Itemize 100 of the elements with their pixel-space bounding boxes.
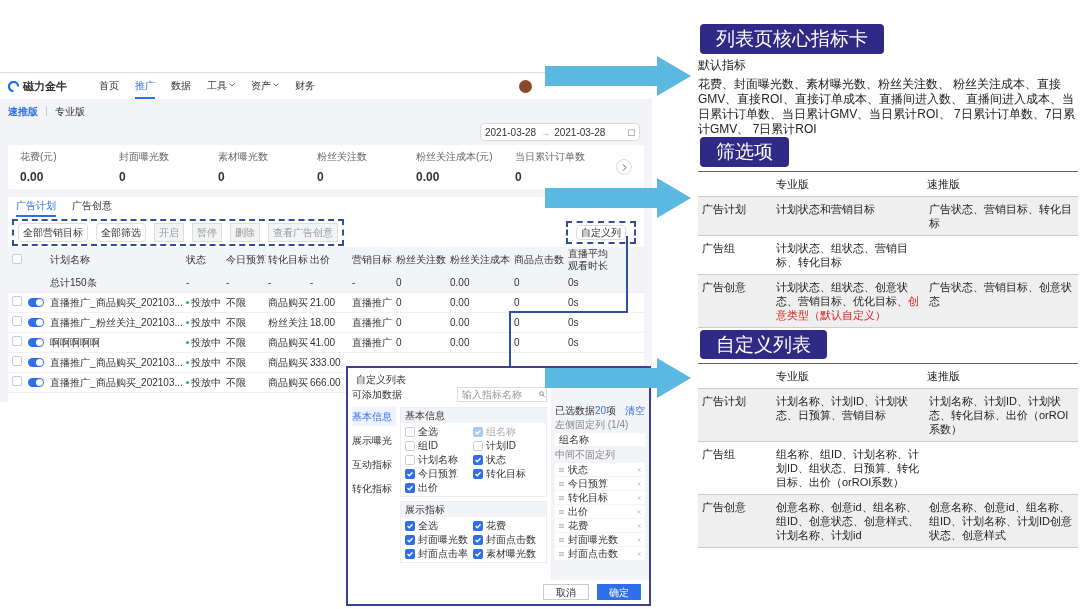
column-name: 今日预算 [568, 477, 608, 491]
metric-value: 0 [218, 168, 226, 186]
cancel-button[interactable]: 取消 [543, 584, 589, 600]
checkbox[interactable] [12, 336, 22, 346]
logo-icon [8, 80, 19, 92]
table-cell-text: 投放中 [191, 356, 221, 370]
checkbox[interactable] [12, 316, 22, 326]
option-label: 组ID [418, 439, 438, 453]
metric-label: 粉丝关注成本(元) [416, 149, 494, 164]
date-range-field[interactable]: 2021-03-28 → 2021-03-28 [480, 123, 640, 141]
clear-link[interactable]: 清空 [625, 402, 645, 418]
option-label: 全选 [418, 519, 438, 533]
search-field[interactable]: 输入指标名称 [457, 386, 547, 402]
category-item[interactable]: 展示曝光 [352, 431, 396, 450]
arrow-icon [545, 178, 691, 218]
checkbox[interactable] [405, 426, 415, 437]
table-cell-text: 粉丝关注 [268, 316, 308, 330]
toggle-switch[interactable] [28, 338, 44, 347]
checkbox[interactable] [473, 440, 483, 451]
arrow-icon [545, 358, 691, 398]
filter-dropdown[interactable]: 全部筛选 [96, 222, 146, 242]
checkbox[interactable] [405, 482, 415, 493]
avatar[interactable] [519, 79, 532, 93]
version-tab[interactable]: 速推版 [8, 103, 38, 119]
nav-item[interactable]: 资产 [251, 73, 279, 99]
table-cell-text: 0s [568, 336, 579, 350]
column-item[interactable]: 封面曝光数 [555, 533, 645, 546]
list-tab[interactable]: 广告创意 [72, 198, 112, 217]
category-item[interactable]: 转化指标 [352, 479, 396, 498]
filter-dropdown[interactable]: 全部营销目标 [18, 222, 88, 242]
table-cell-text: 啊啊啊啊啊 [50, 336, 100, 350]
table-cell-text: 666.00 [310, 376, 341, 390]
table-cell-text: 0s [568, 296, 579, 310]
toggle-switch[interactable] [28, 318, 44, 327]
column-item[interactable]: 转化目标 [555, 491, 645, 504]
checkbox[interactable] [473, 548, 483, 559]
table-cell: 广告状态、营销目标、转化目标 [929, 202, 1072, 229]
checkbox[interactable] [473, 468, 483, 479]
calendar-icon [628, 128, 635, 136]
nav-item[interactable]: 工具 [207, 73, 235, 99]
checkbox[interactable] [473, 520, 483, 531]
checkbox[interactable] [12, 376, 22, 386]
category-item[interactable]: 基本信息 [352, 407, 396, 426]
row-label: 广告组 [701, 240, 736, 256]
checkbox[interactable] [473, 454, 483, 465]
toggle-switch[interactable] [28, 378, 44, 387]
table-cell-text: 333.00 [310, 356, 341, 370]
column-item[interactable]: 状态 [555, 463, 645, 476]
column-item[interactable]: 封面点击数 [555, 547, 645, 560]
column-item[interactable]: 出价 [555, 505, 645, 518]
list-tab[interactable]: 广告计划 [16, 198, 56, 217]
nav-item[interactable]: 数据 [171, 73, 191, 99]
option-label: 今日预算 [418, 467, 458, 481]
list-label: 中间不固定列 [555, 448, 616, 462]
table-cell-text: 商品购买 [268, 296, 308, 310]
row-label: 广告计划 [701, 394, 747, 410]
column-header: 转化目标 [268, 253, 309, 267]
table-cell-text: 0 [396, 276, 402, 290]
table-cell-text: - [186, 276, 190, 290]
checkbox[interactable] [12, 253, 22, 264]
column-item[interactable]: 花费 [555, 519, 645, 532]
table-cell-text: 0.00 [450, 276, 470, 290]
column-header: 专业版 [776, 369, 810, 384]
checkbox[interactable] [12, 356, 22, 366]
table-cell-text: 商品购买 [268, 356, 308, 370]
option-label: 计划名称 [418, 453, 458, 467]
chevron-right-icon [621, 163, 627, 171]
drag-handle-icon [559, 481, 564, 486]
checkbox[interactable] [12, 296, 22, 306]
custom-columns-button[interactable]: 自定义列 [576, 224, 626, 240]
column-item[interactable]: 今日预算 [555, 477, 645, 490]
note-text: 默认指标 [698, 57, 747, 73]
column-header: 速推版 [927, 176, 961, 191]
checkbox[interactable] [405, 454, 415, 465]
checkbox[interactable] [405, 548, 415, 559]
table-cell: 计划名称、计划ID、计划状态、转化目标、出价（orROI系数） [929, 395, 1069, 436]
column-name: 转化目标 [568, 491, 608, 505]
checkbox[interactable] [405, 534, 415, 545]
table-cell-text: 直播推广 [352, 336, 392, 350]
nav-item[interactable]: 首页 [99, 73, 119, 99]
drag-handle-icon [559, 495, 564, 500]
toggle-switch[interactable] [28, 358, 44, 367]
table-cell-text: 0.00 [450, 316, 470, 330]
checkbox[interactable] [405, 520, 415, 531]
checkbox[interactable] [405, 468, 415, 479]
nav-item[interactable]: 财务 [295, 73, 315, 99]
toggle-switch[interactable] [28, 298, 44, 307]
column-name: 出价 [568, 505, 588, 519]
table-cell: 创意名称、创意id、组名称、组ID、计划名称、计划ID创意状态、创意样式 [929, 501, 1072, 542]
metric-value: 0 [317, 168, 325, 186]
category-item[interactable]: 互动指标 [352, 455, 396, 474]
nav-item[interactable]: 推广 [135, 73, 155, 99]
table-cell-text: 不限 [226, 296, 246, 310]
table-cell-text: 21.00 [310, 296, 336, 310]
version-tab[interactable]: 专业版 [55, 103, 85, 119]
table-cell-text: 不限 [226, 316, 246, 330]
checkbox[interactable] [405, 440, 415, 451]
confirm-button[interactable]: 确定 [597, 584, 641, 600]
table-cell-text: 投放中 [191, 296, 221, 310]
checkbox[interactable] [473, 534, 483, 545]
